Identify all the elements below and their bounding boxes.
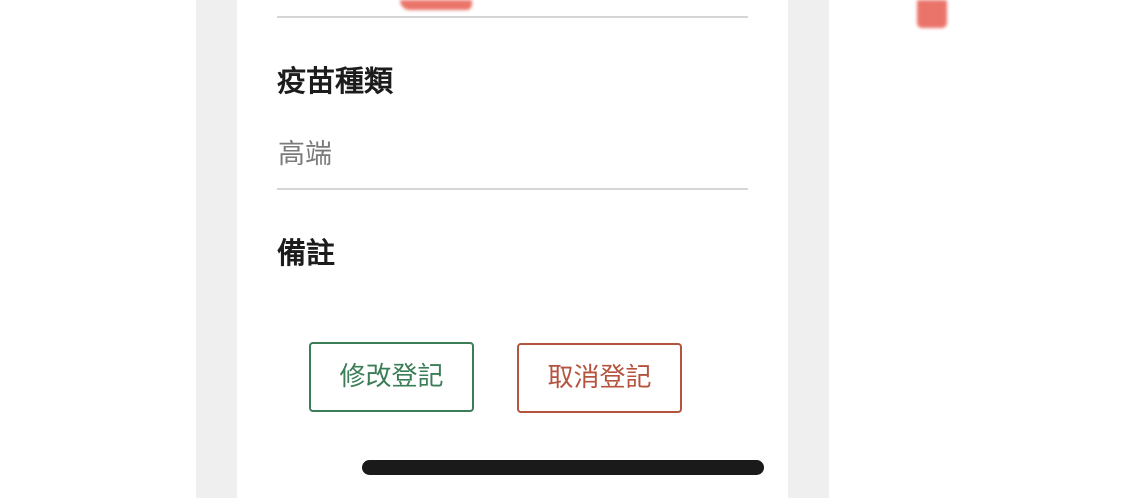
divider-top (277, 16, 748, 18)
divider-vaccine-type (277, 188, 748, 190)
registration-detail-card: 疫苗種類 高端 備註 修改登記 取消登記 (237, 0, 788, 498)
edit-registration-button[interactable]: 修改登記 (309, 342, 474, 412)
redaction-mark (917, 0, 947, 28)
cancel-registration-button[interactable]: 取消登記 (517, 343, 682, 413)
vaccine-type-value: 高端 (278, 139, 332, 170)
vaccine-type-label: 疫苗種類 (277, 64, 394, 98)
home-indicator[interactable] (362, 460, 764, 475)
remarks-label: 備註 (277, 236, 336, 270)
redaction-mark (400, 0, 472, 10)
